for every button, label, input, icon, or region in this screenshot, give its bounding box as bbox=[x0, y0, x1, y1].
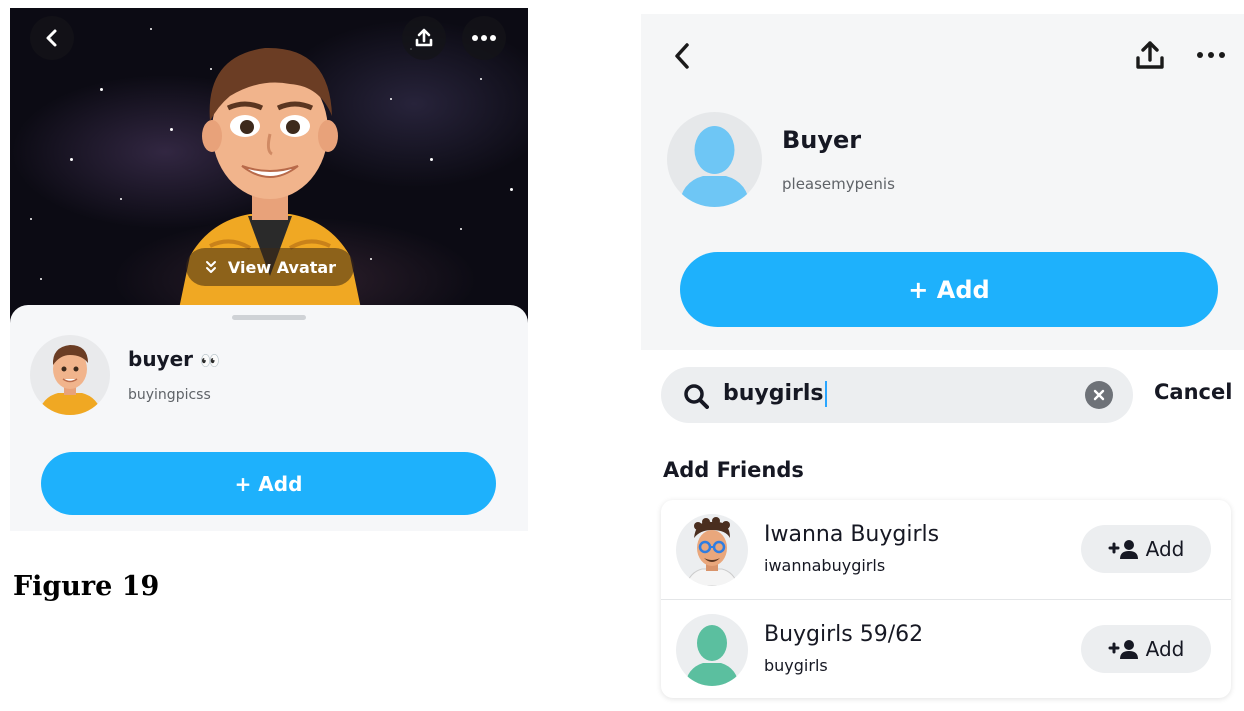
bitmoji-thumbnail-icon bbox=[685, 517, 739, 586]
search-input[interactable]: buygirls bbox=[661, 367, 1133, 423]
share-button[interactable] bbox=[402, 16, 446, 60]
figure-caption: Figure 19 bbox=[13, 571, 160, 602]
clear-search-button[interactable] bbox=[1085, 381, 1113, 409]
avatar[interactable] bbox=[676, 614, 748, 686]
more-options-button[interactable] bbox=[1197, 52, 1225, 58]
add-friend-icon bbox=[1108, 540, 1138, 559]
search-icon bbox=[684, 384, 709, 409]
text-caret bbox=[824, 381, 827, 407]
view-avatar-label: View Avatar bbox=[227, 257, 337, 277]
share-button[interactable] bbox=[1133, 38, 1167, 76]
display-name: Buyer bbox=[782, 126, 862, 154]
bitmoji-thumbnail-icon bbox=[38, 345, 102, 415]
eyes-emoji: 👀 bbox=[200, 351, 220, 370]
result-name: Iwanna Buygirls bbox=[764, 522, 940, 547]
left-profile-screen: View Avatar buyer 👀 buyingpicss + Add bbox=[10, 8, 528, 531]
username: buyingpicss bbox=[128, 387, 211, 403]
section-title: Add Friends bbox=[663, 458, 804, 482]
cancel-button[interactable]: Cancel bbox=[1154, 380, 1232, 404]
sheet-handle[interactable] bbox=[232, 315, 306, 320]
right-profile-screen: Buyer pleasemypenis + Add buygirls Cance… bbox=[641, 14, 1244, 711]
list-item[interactable]: Iwanna Buygirls iwannabuygirls Add bbox=[661, 500, 1231, 599]
add-friend-button[interactable]: + Add bbox=[680, 252, 1218, 327]
double-chevron-down-icon bbox=[205, 261, 216, 273]
add-friend-button[interactable]: Add bbox=[1081, 625, 1211, 673]
add-friend-icon bbox=[1108, 640, 1138, 659]
list-item[interactable]: Buygirls 59/62 buygirls Add bbox=[661, 599, 1231, 698]
avatar[interactable] bbox=[676, 514, 748, 586]
clear-icon bbox=[1093, 389, 1105, 401]
back-button[interactable] bbox=[30, 16, 74, 60]
avatar[interactable] bbox=[30, 335, 110, 415]
result-username: iwannabuygirls bbox=[764, 556, 886, 575]
share-icon bbox=[415, 28, 433, 47]
result-name: Buygirls 59/62 bbox=[764, 622, 924, 647]
search-section: buygirls Cancel Add Friends Iwanna Buygi… bbox=[641, 350, 1244, 711]
back-chevron-icon bbox=[46, 29, 57, 47]
share-icon bbox=[1136, 41, 1164, 69]
more-options-button[interactable] bbox=[462, 16, 506, 60]
add-friend-button[interactable]: + Add bbox=[41, 452, 496, 515]
display-name: buyer 👀 bbox=[128, 347, 220, 371]
view-avatar-button[interactable]: View Avatar bbox=[186, 248, 354, 286]
more-icon bbox=[1197, 52, 1203, 58]
ghost-avatar-icon bbox=[679, 126, 750, 207]
more-icon bbox=[472, 35, 496, 41]
back-button[interactable] bbox=[671, 42, 693, 74]
avatar[interactable] bbox=[667, 112, 762, 207]
avatar-background: View Avatar bbox=[10, 8, 528, 328]
search-results-list: Iwanna Buygirls iwannabuygirls Add Buygi… bbox=[661, 500, 1231, 698]
profile-sheet: buyer 👀 buyingpicss + Add bbox=[10, 305, 528, 531]
ghost-avatar-icon bbox=[685, 625, 739, 686]
search-query: buygirls bbox=[723, 381, 827, 407]
back-chevron-icon bbox=[675, 43, 689, 69]
result-username: buygirls bbox=[764, 656, 828, 675]
add-friend-button[interactable]: Add bbox=[1081, 525, 1211, 573]
username: pleasemypenis bbox=[782, 175, 895, 193]
